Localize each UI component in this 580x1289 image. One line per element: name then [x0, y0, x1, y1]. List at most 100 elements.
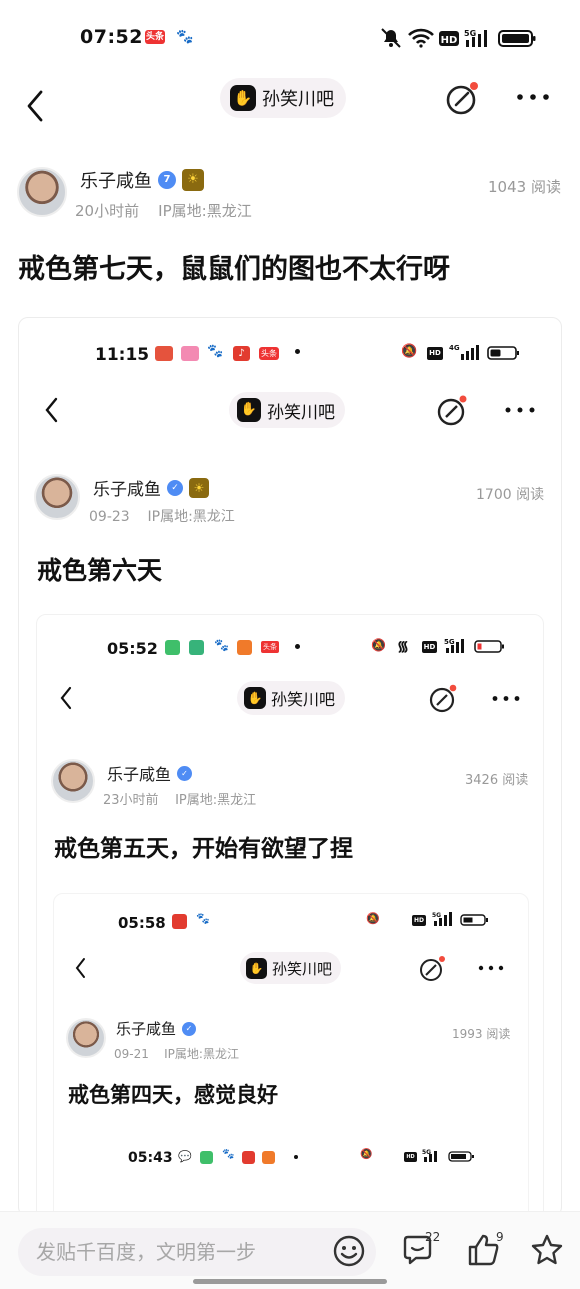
nested3-verified-icon: ✓: [182, 1021, 197, 1036]
nested1-back-icon: [45, 397, 58, 423]
nested3-more-icon: [478, 965, 504, 971]
nested2-verified-icon: ✓: [177, 765, 193, 781]
nested1-title: 戒色第六天: [37, 556, 163, 585]
forum-pill[interactable]: ✋ 孙笑川吧: [220, 78, 346, 118]
nested1-medal-icon: ☀: [189, 477, 209, 498]
nested3-title: 戒色第四天，感觉良好: [68, 1083, 278, 1107]
nested1-time: 09-23: [89, 509, 130, 525]
nested1-forum-logo-icon: ✋: [237, 398, 261, 422]
author-avatar[interactable]: [17, 167, 67, 217]
svg-text:5G: 5G: [432, 912, 441, 919]
post-ip: IP属地:黑龙江: [158, 202, 252, 220]
medal-badge-icon: ☀: [182, 169, 204, 191]
nested1-forum-pill: ✋ 孙笑川吧: [229, 392, 345, 428]
status-bar: 07:52 头条 🐾 HD 5G: [0, 0, 580, 78]
nested2-reads: 3426 阅读: [465, 773, 529, 788]
nested2-time: 23小时前: [103, 793, 159, 808]
read-count: 1043 阅读: [488, 178, 561, 196]
nested2-title: 戒色第五天，开始有欲望了捏: [54, 836, 353, 862]
nested2-forum-logo-icon: ✋: [244, 687, 266, 709]
nested2-hd-icon: HD: [422, 641, 437, 653]
more-options-icon[interactable]: [516, 91, 550, 103]
nested3-forum-name: 孙笑川吧: [272, 959, 333, 978]
nested3-mute-icon: 🔕: [366, 912, 380, 925]
post-image[interactable]: 11:15 🐾 ♪ 头条 🔕 HD 4G ✋ 孙笑川吧 乐子咸鱼 ✓ ☀ 09-…: [18, 317, 562, 1217]
nested2-forum-name: 孙笑川吧: [271, 690, 336, 709]
nested3-hd-icon: HD: [412, 915, 426, 926]
svg-text:5G: 5G: [464, 29, 476, 38]
nested1-app-icon-1: [155, 346, 173, 361]
baidu-paw-icon: 🐾: [176, 29, 194, 45]
nested3-app-icon-1: [172, 914, 187, 929]
nested3-edit-icon: [420, 956, 445, 981]
nested1-meta: 09-23 IP属地:黑龙江: [89, 506, 235, 526]
nested1-edit-icon: [437, 395, 467, 426]
bottom-bar: 发贴千百度，文明第一步 22 9: [0, 1211, 580, 1289]
nested1-image: 05:52 🐾 头条 🔕 ᯾ HD 5G ✋ 孙笑川吧 乐子咸鱼 ✓ 23小时前…: [36, 614, 544, 1216]
nested1-dot: [295, 349, 300, 354]
home-indicator[interactable]: [193, 1279, 387, 1284]
edit-post-icon[interactable]: [444, 81, 480, 117]
nested2-avatar: [51, 759, 95, 803]
emoji-icon[interactable]: [332, 1234, 366, 1268]
nested3-ip: IP属地:黑龙江: [164, 1047, 239, 1061]
nested4-dot: [294, 1155, 298, 1159]
nested1-baidu-icon: 🐾: [207, 344, 224, 359]
nested2-signal-icon: 5G: [444, 638, 464, 653]
nested2-ip: IP属地:黑龙江: [175, 793, 257, 808]
nested3-author: 乐子咸鱼: [116, 1020, 177, 1038]
nested1-battery-icon: [487, 346, 519, 360]
nested2-app-icon-3: [237, 640, 252, 655]
nested3-time: 09-21: [114, 1047, 149, 1061]
nested1-app-icon-2: [181, 346, 199, 361]
nested3-reads: 1993 阅读: [452, 1027, 511, 1041]
status-time: 07:52: [80, 26, 143, 48]
nested3-baidu-icon: 🐾: [196, 912, 210, 925]
nested4-app-icon-1: [200, 1151, 213, 1164]
mute-bell-icon: [381, 28, 401, 48]
nested2-author: 乐子咸鱼: [107, 765, 172, 784]
post-title: 戒色第七天，鼠鼠们的图也不太行呀: [18, 254, 450, 285]
nested1-author: 乐子咸鱼: [93, 480, 161, 500]
author-row: 乐子咸鱼 7 ☀: [80, 167, 204, 193]
forum-name: 孙笑川吧: [262, 89, 334, 110]
nested4-battery-icon: [448, 1151, 474, 1162]
nested2-forum-pill: ✋ 孙笑川吧: [237, 681, 346, 715]
nested4-wechat-icon: 💬: [178, 1150, 192, 1163]
nested2-app-icon-1: [165, 640, 180, 655]
nested1-forum-name: 孙笑川吧: [267, 402, 335, 423]
favorite-star-icon[interactable]: [529, 1232, 565, 1268]
nested2-edit-icon: [429, 684, 457, 713]
nested3-forum-logo-icon: ✋: [246, 957, 267, 979]
nested3-status-time: 05:58: [118, 914, 166, 932]
nested2-more-icon: [492, 696, 520, 701]
verified-badge-icon: 7: [158, 171, 176, 189]
svg-text:4G: 4G: [449, 344, 460, 352]
nested2-battery-icon: [474, 640, 504, 653]
nested2-image: 05:58 🐾 🔕 HD 5G ✋ 孙笑川吧 乐子咸鱼 ✓ 09-21 IP属地…: [53, 893, 529, 1216]
nested4-baidu-icon: 🐾: [222, 1149, 235, 1160]
nested1-more-icon: [505, 407, 535, 413]
nested2-baidu-icon: 🐾: [214, 638, 229, 652]
comment-count: 22: [425, 1230, 441, 1244]
post-meta: 20小时前 IP属地:黑龙江: [75, 200, 252, 221]
nested4-hd-icon: HD: [404, 1152, 417, 1162]
back-arrow-icon[interactable]: [24, 86, 46, 126]
reply-input[interactable]: 发贴千百度，文明第一步: [18, 1228, 376, 1276]
nested3-avatar: [66, 1018, 106, 1058]
nested1-hd-icon: HD: [427, 347, 443, 360]
nested2-wifi-icon: ᯾: [397, 639, 409, 655]
nested1-signal-icon: 4G: [449, 344, 479, 360]
toutiao-app-icon: 头条: [145, 30, 165, 44]
top-nav: ✋ 孙笑川吧: [0, 78, 580, 140]
nested2-mute-icon: 🔕: [371, 638, 386, 652]
svg-text:HD: HD: [441, 35, 458, 46]
nested2-author-row: 乐子咸鱼 ✓: [107, 761, 193, 785]
nested1-author-row: 乐子咸鱼 ✓ ☀: [93, 475, 209, 500]
forum-logo-icon: ✋: [230, 85, 256, 111]
nested4-status-time: 05:43: [128, 1150, 173, 1166]
author-name[interactable]: 乐子咸鱼: [80, 167, 152, 193]
nested4-app-icon-2: [242, 1151, 255, 1164]
nested2-dot: [295, 644, 300, 649]
nested3-meta: 09-21 IP属地:黑龙江: [114, 1045, 239, 1062]
